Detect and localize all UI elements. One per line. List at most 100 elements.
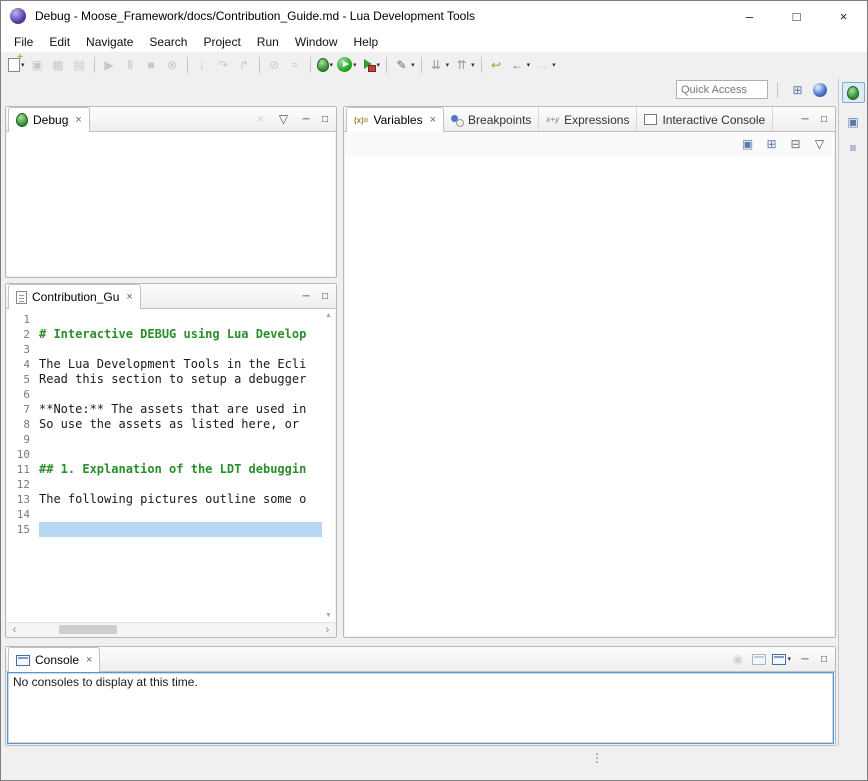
close-tab-icon[interactable]: ×	[430, 114, 436, 126]
variables-view-body[interactable]	[345, 156, 834, 636]
toolbar-separator	[259, 57, 260, 73]
editor-text-area[interactable]: 12# Interactive DEBUG using Lua Develop3…	[7, 309, 335, 537]
view-menu-icon: ▽	[811, 136, 828, 153]
step-over-button[interactable]: ↷	[213, 55, 234, 75]
tab-variables[interactable]: (x)=Variables×	[346, 107, 444, 132]
maximize-view-button[interactable]: □	[318, 114, 332, 125]
save-button[interactable]: ▣	[27, 55, 48, 75]
toolbar-separator	[481, 57, 482, 73]
toolbar-separator	[777, 82, 778, 98]
new-wizard-button[interactable]: ▾	[6, 55, 27, 75]
open-perspective-button[interactable]: ⊞	[787, 80, 808, 100]
file-icon	[16, 291, 27, 304]
step-into-button[interactable]: ↓	[192, 55, 213, 75]
maximize-view-button[interactable]: □	[817, 654, 831, 665]
menu-edit[interactable]: Edit	[41, 33, 78, 51]
print-button[interactable]: ▤	[69, 55, 90, 75]
debug-view-body[interactable]	[7, 132, 335, 276]
step-return-button[interactable]: ↱	[234, 55, 255, 75]
debug-button[interactable]: ▾	[315, 55, 336, 75]
pin-console-icon: ◉	[729, 651, 746, 668]
restore-minimized-view-button[interactable]: ▣	[843, 113, 864, 131]
tab-interactive-console[interactable]: Interactive Console	[637, 108, 773, 131]
disconnect-button[interactable]: ⊗	[162, 55, 183, 75]
line-number: 1	[7, 312, 39, 327]
scrollbar-thumb[interactable]	[59, 625, 117, 634]
close-window-button[interactable]: ×	[820, 1, 867, 31]
suspend-button[interactable]: Ⅱ	[120, 55, 141, 75]
minimized-view-stack-button[interactable]: ≡	[843, 139, 864, 157]
menu-project[interactable]: Project	[195, 33, 248, 51]
view-menu-button[interactable]: ▽	[809, 134, 830, 154]
sash-handle[interactable]: ⋮	[591, 751, 603, 765]
menu-run[interactable]: Run	[249, 33, 287, 51]
ldt-perspective-button[interactable]	[811, 80, 829, 100]
forward-button[interactable]: →▾	[532, 55, 558, 75]
use-step-filters-icon: ≈	[287, 56, 304, 73]
next-annotation-button[interactable]: ⇊▾	[426, 55, 452, 75]
show-logical-structure-button[interactable]: ⊞	[761, 134, 782, 154]
menu-file[interactable]: File	[6, 33, 41, 51]
scroll-right-icon[interactable]: ›	[320, 624, 335, 636]
open-search-button[interactable]: ✎▾	[391, 55, 417, 75]
editor-vertical-scrollbar[interactable]: ▲ ▼	[322, 309, 335, 622]
open-console-button[interactable]: ▾	[770, 649, 793, 669]
pin-console-button[interactable]: ◉	[727, 649, 748, 669]
close-tab-icon[interactable]: ×	[75, 114, 81, 126]
tab-expressions[interactable]: x+yExpressions	[539, 108, 637, 131]
run-button[interactable]: ▾	[335, 55, 359, 75]
console-message: No consoles to display at this time.	[8, 673, 833, 691]
minimize-window-button[interactable]: –	[726, 1, 773, 31]
debug-perspective-button[interactable]	[842, 82, 865, 103]
open-perspective-icon: ⊞	[789, 81, 806, 98]
resume-button[interactable]: ▶	[99, 55, 120, 75]
scroll-left-icon[interactable]: ‹	[7, 624, 22, 636]
menu-search[interactable]: Search	[141, 33, 195, 51]
maximize-view-button[interactable]: □	[318, 291, 332, 302]
collapse-all-button[interactable]: ⊟	[785, 134, 806, 154]
editor-horizontal-scrollbar[interactable]: ‹ ›	[7, 622, 335, 636]
debug-view-panel: Debug× ×▽ ─ □	[5, 106, 337, 278]
tab-contribution-gu[interactable]: Contribution_Gu ×	[8, 284, 141, 309]
run-external-tools-button[interactable]: ▾	[359, 55, 383, 75]
editor-line-7: 7**Note:** The assets that are used in	[7, 402, 335, 417]
view-menu-button[interactable]: ▽	[273, 109, 294, 129]
quick-access-input[interactable]: Quick Access	[676, 80, 768, 99]
show-logical-structure-icon: ⊞	[763, 136, 780, 153]
minimize-view-button[interactable]: ─	[299, 291, 313, 302]
next-annotation-icon: ⇊	[428, 56, 445, 73]
menu-help[interactable]: Help	[346, 33, 387, 51]
tab-breakpoints[interactable]: Breakpoints	[444, 108, 539, 131]
back-button[interactable]: ←▾	[507, 55, 533, 75]
tab-console[interactable]: Console×	[8, 647, 100, 672]
line-number: 14	[7, 507, 39, 522]
scroll-down-icon[interactable]: ▼	[325, 612, 332, 619]
close-tab-icon[interactable]: ×	[86, 654, 92, 666]
debug-icon	[317, 58, 329, 72]
last-edit-location-button[interactable]: ↩	[486, 55, 507, 75]
menu-window[interactable]: Window	[287, 33, 346, 51]
previous-annotation-button[interactable]: ⇈▾	[451, 55, 477, 75]
tab-debug[interactable]: Debug×	[8, 107, 90, 132]
minimize-view-button[interactable]: ─	[299, 114, 313, 125]
maximize-window-button[interactable]: □	[773, 1, 820, 31]
minimize-view-button[interactable]: ─	[798, 114, 812, 125]
display-selected-console-button[interactable]	[750, 649, 768, 669]
remove-all-terminated-button[interactable]: ×	[250, 109, 271, 129]
line-text: **Note:** The assets that are used in	[39, 402, 322, 417]
show-type-names-button[interactable]: ▣	[737, 134, 758, 154]
menu-navigate[interactable]: Navigate	[78, 33, 141, 51]
skip-all-breakpoints-button[interactable]: ⊘	[264, 55, 285, 75]
save-all-button[interactable]: ▦	[48, 55, 69, 75]
terminate-button[interactable]: ■	[141, 55, 162, 75]
scroll-up-icon[interactable]: ▲	[325, 312, 332, 319]
line-number: 7	[7, 402, 39, 417]
close-tab-icon[interactable]: ×	[126, 291, 132, 303]
window-controls: – □ ×	[726, 1, 867, 31]
tab-label: Contribution_Gu	[32, 290, 119, 304]
minimize-view-button[interactable]: ─	[798, 654, 812, 665]
console-output-area[interactable]: No consoles to display at this time.	[7, 672, 834, 744]
maximize-view-button[interactable]: □	[817, 114, 831, 125]
line-text: So use the assets as listed here, or	[39, 417, 322, 432]
use-step-filters-button[interactable]: ≈	[285, 55, 306, 75]
